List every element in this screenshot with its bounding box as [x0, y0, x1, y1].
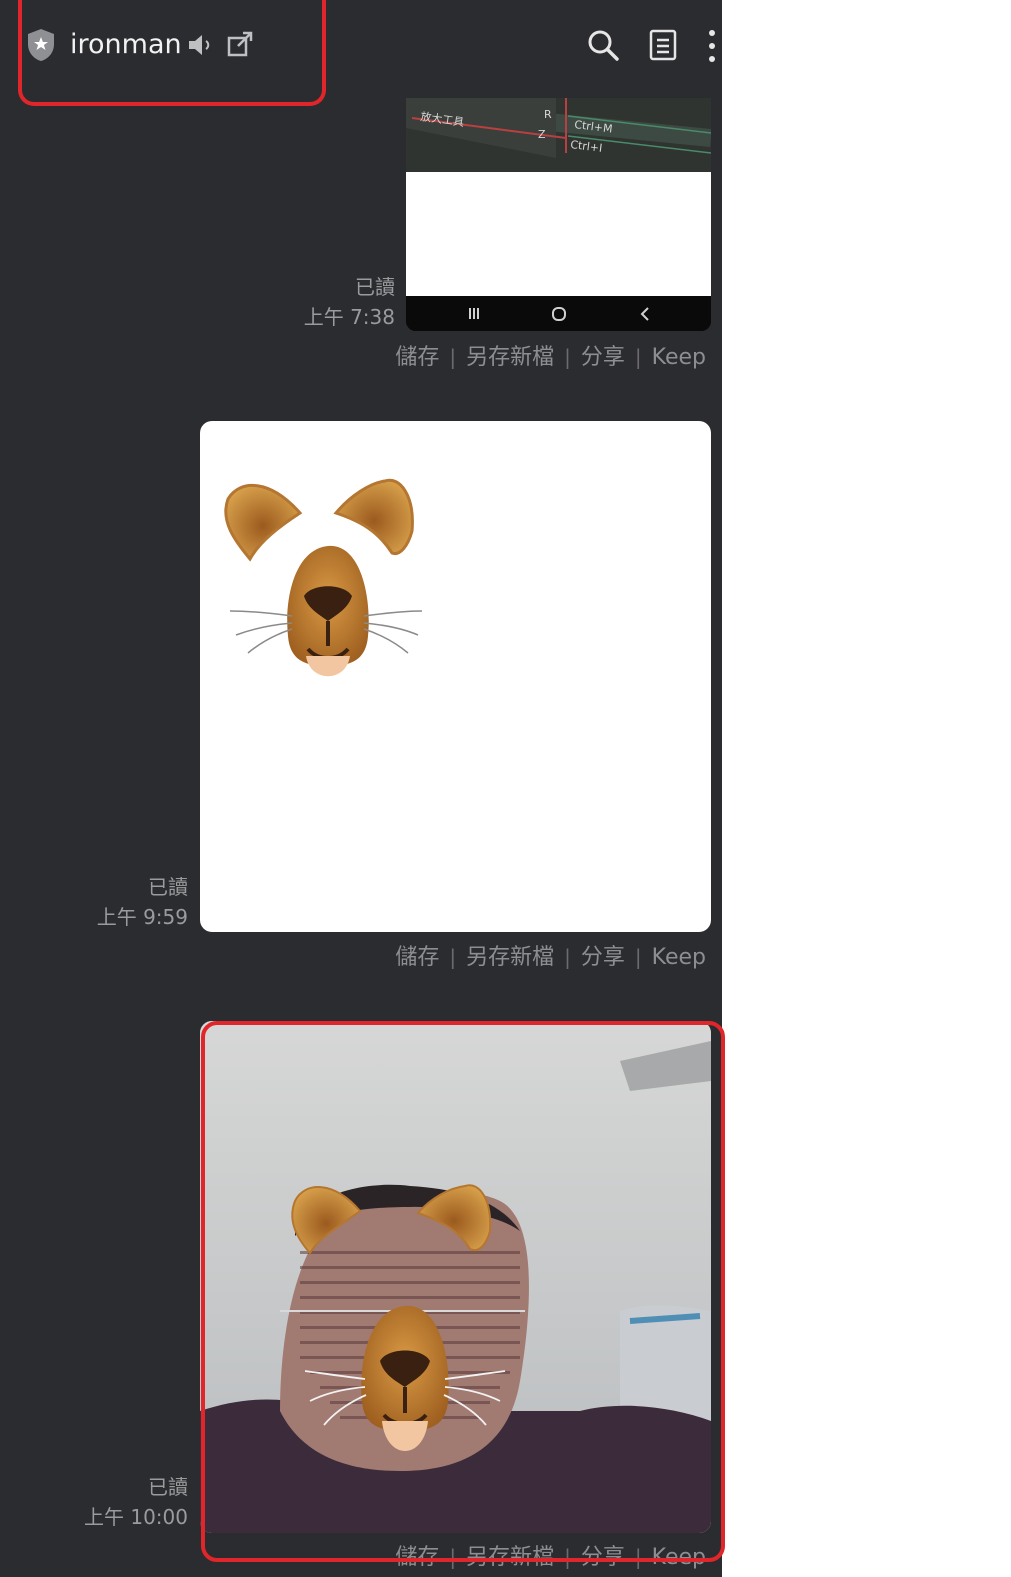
screenshot-image[interactable]: 放大工具 R Ctrl+M Z Ctrl+I — [406, 98, 711, 331]
message-time: 上午 9:59 — [96, 905, 188, 929]
keyboard-label: Z — [538, 128, 546, 141]
sticker-image[interactable] — [200, 421, 711, 932]
chat-panel: 放大工具 R Ctrl+M Z Ctrl+I 已讀 上午 7:38 儲存 | 另存新… — [0, 0, 722, 1577]
share-link[interactable]: 分享 — [581, 1545, 625, 1570]
lion-face-graphic — [224, 478, 423, 677]
separator: | — [564, 1545, 571, 1569]
shield-star-icon — [28, 29, 54, 61]
separator: | — [634, 945, 642, 969]
share-link[interactable]: 分享 — [581, 345, 625, 370]
separator: | — [449, 345, 457, 369]
message-time: 上午 7:38 — [303, 305, 395, 329]
save-link[interactable]: 儲存 — [395, 1545, 439, 1570]
save-as-link[interactable]: 另存新檔 — [466, 345, 554, 370]
mute-speaker-icon[interactable] — [186, 30, 216, 60]
save-as-link[interactable]: 另存新檔 — [466, 945, 554, 970]
selfie-photo-graphic — [200, 1021, 711, 1533]
save-link[interactable]: 儲存 — [395, 945, 439, 970]
image-actions: 儲存 | 另存新檔 | 分享 | Keep — [395, 342, 706, 373]
read-receipt: 已讀 — [355, 275, 395, 299]
separator: | — [564, 945, 571, 969]
read-receipt: 已讀 — [148, 1475, 188, 1499]
chat-title[interactable]: ironman — [70, 26, 182, 64]
share-link[interactable]: 分享 — [581, 945, 625, 970]
message-meta: 已讀 上午 7:38 — [304, 272, 395, 332]
chat-header: ironman — [0, 0, 722, 92]
image-actions: 儲存 | 另存新檔 | 分享 | Keep — [395, 1542, 706, 1573]
keep-link[interactable]: Keep — [652, 945, 706, 970]
separator: | — [449, 1545, 457, 1569]
keep-link[interactable]: Keep — [652, 1545, 706, 1570]
keyboard-screenshot-graphic: 放大工具 R Ctrl+M Z Ctrl+I — [406, 98, 711, 331]
search-icon[interactable] — [586, 28, 620, 62]
separator: | — [564, 345, 571, 369]
image-actions: 儲存 | 另存新檔 | 分享 | Keep — [395, 942, 706, 973]
keyboard-label: R — [544, 108, 552, 121]
external-window-icon[interactable] — [226, 30, 254, 58]
more-icon[interactable] — [704, 28, 720, 64]
photo-image[interactable] — [200, 1021, 711, 1533]
separator: | — [634, 345, 642, 369]
separator: | — [449, 945, 457, 969]
save-link[interactable]: 儲存 — [395, 345, 439, 370]
message-meta: 已讀 上午 9:59 — [97, 872, 188, 932]
save-as-link[interactable]: 另存新檔 — [466, 1545, 554, 1570]
message-meta: 已讀 上午 10:00 — [84, 1472, 188, 1532]
message-time: 上午 10:00 — [84, 1505, 188, 1529]
separator: | — [634, 1545, 642, 1569]
keep-link[interactable]: Keep — [652, 345, 706, 370]
notes-icon[interactable] — [648, 28, 678, 62]
read-receipt: 已讀 — [148, 875, 188, 899]
